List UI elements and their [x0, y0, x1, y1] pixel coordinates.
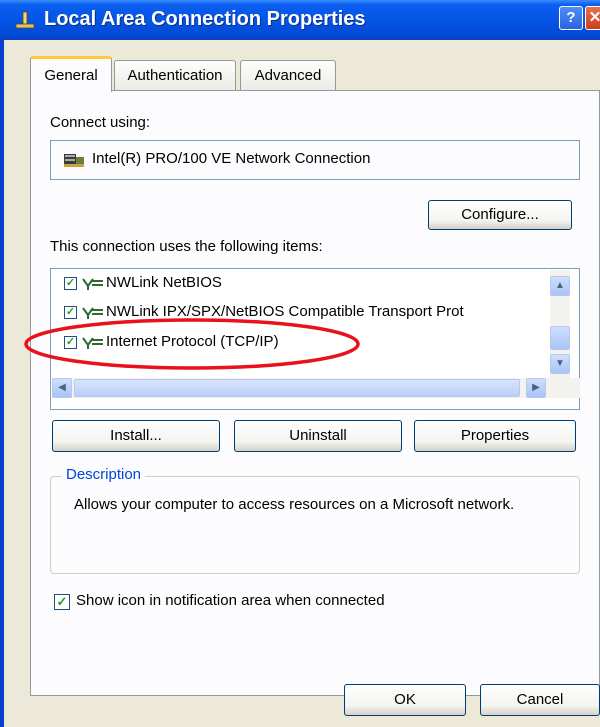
show-icon-checkbox[interactable]: ✓ — [54, 594, 70, 610]
scroll-right-button[interactable]: ▶ — [526, 378, 546, 398]
install-button[interactable]: Install... — [52, 420, 220, 452]
uninstall-button[interactable]: Uninstall — [234, 420, 402, 452]
items-label: This connection uses the following items… — [50, 238, 323, 255]
properties-button[interactable]: Properties — [414, 420, 576, 452]
description-text: Allows your computer to access resources… — [74, 496, 515, 513]
item-label-nwlink-netbios[interactable]: NWLink NetBIOS — [106, 274, 222, 296]
highlight-ellipse — [24, 318, 360, 370]
help-button[interactable]: ? — [559, 6, 583, 30]
network-adapter-icon — [64, 154, 84, 167]
ok-button[interactable]: OK — [344, 684, 466, 716]
scroll-down-button[interactable]: ▼ — [550, 354, 570, 374]
description-legend: Description — [62, 466, 146, 483]
vertical-scroll-thumb[interactable] — [550, 326, 570, 350]
protocol-icon — [82, 278, 103, 290]
network-connection-icon — [15, 11, 35, 29]
tab-advanced[interactable]: Advanced — [240, 60, 336, 90]
configure-button[interactable]: Configure... — [428, 200, 572, 230]
connect-using-label: Connect using: — [50, 114, 151, 131]
cancel-button[interactable]: Cancel — [480, 684, 600, 716]
scroll-up-button[interactable]: ▲ — [550, 276, 570, 296]
horizontal-scroll-thumb[interactable] — [74, 379, 520, 397]
adapter-name: Intel(R) PRO/100 VE Network Connection — [92, 150, 371, 167]
close-button[interactable]: ✕ — [585, 6, 600, 30]
scroll-left-button[interactable]: ◀ — [52, 378, 72, 398]
tab-authentication[interactable]: Authentication — [114, 60, 236, 90]
description-group — [50, 476, 580, 574]
show-icon-label[interactable]: Show icon in notification area when conn… — [76, 592, 385, 609]
item-checkbox-nwlink-netbios[interactable]: ✓ — [64, 277, 77, 290]
window-title: Local Area Connection Properties — [44, 8, 366, 30]
tab-general[interactable]: General — [30, 56, 112, 92]
